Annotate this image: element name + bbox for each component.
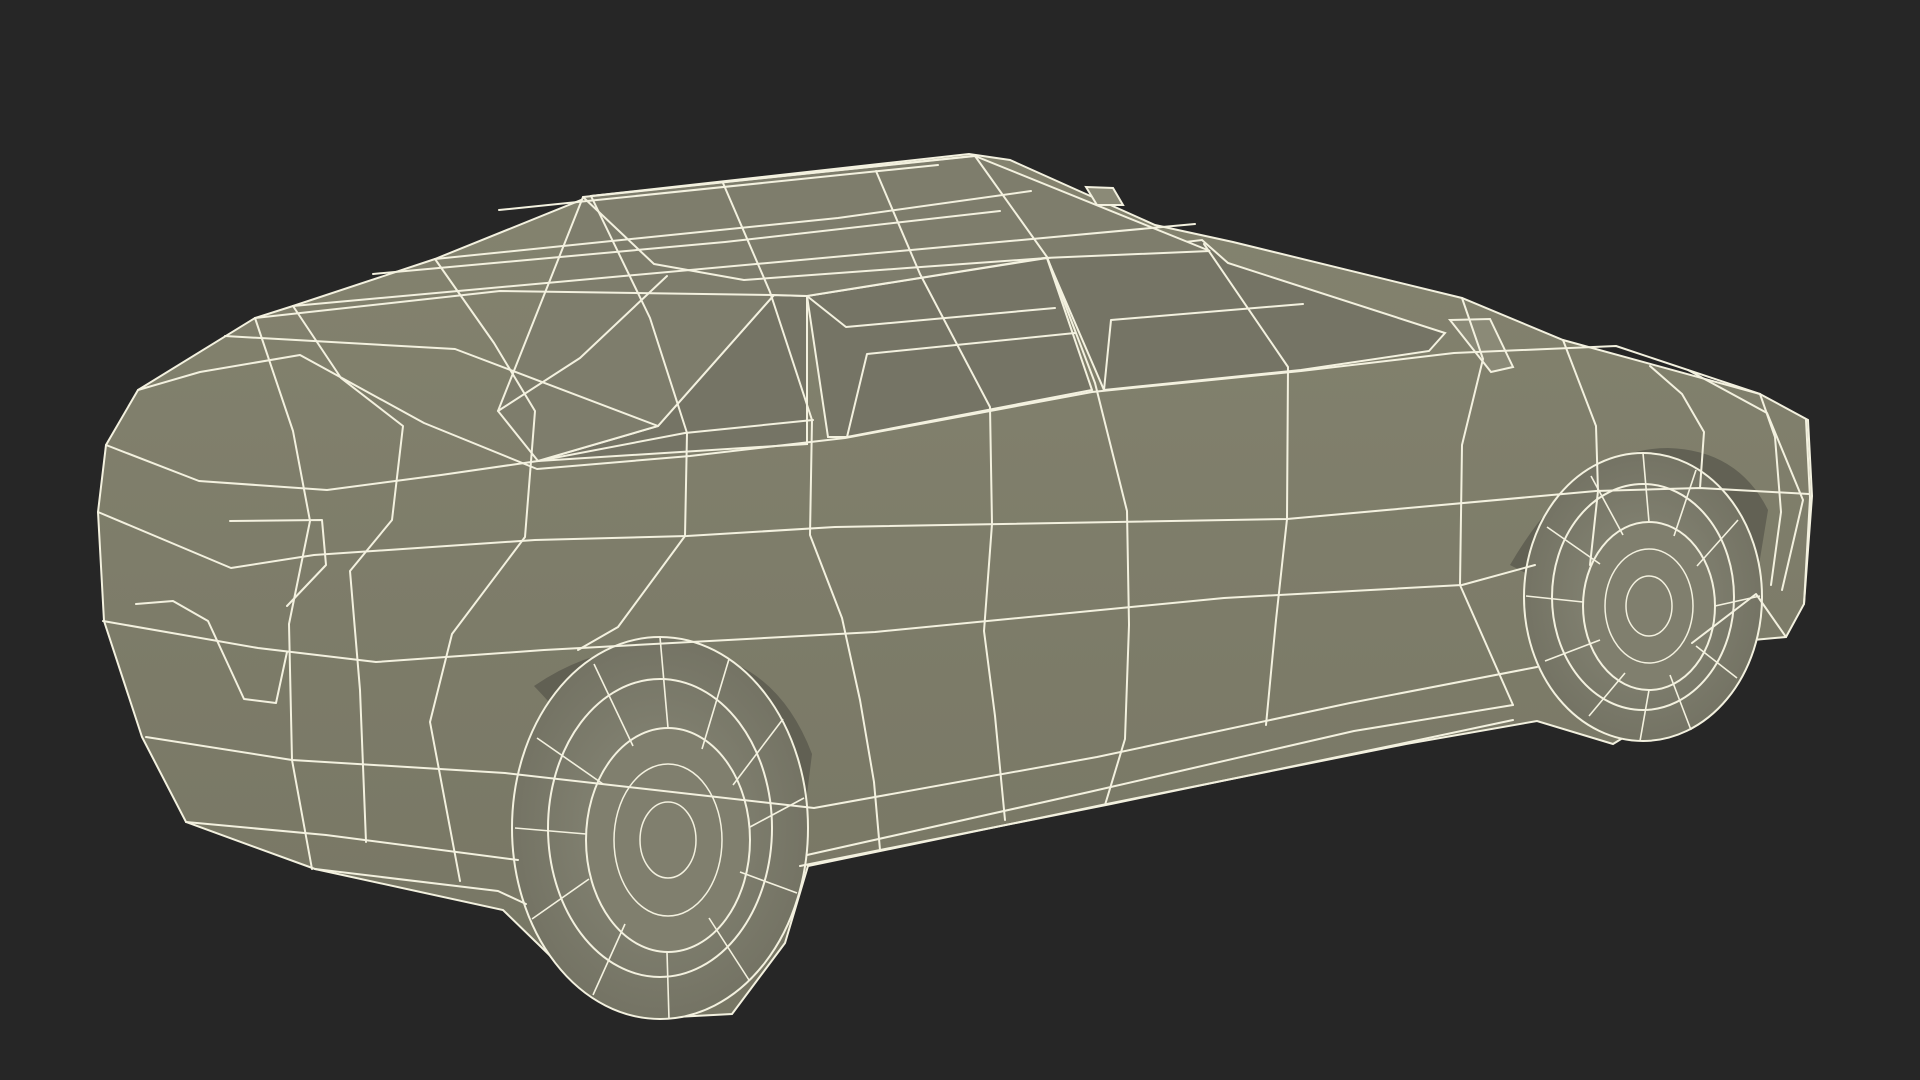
- rear-wheel: [1523, 452, 1763, 742]
- front-wheel: [511, 636, 809, 1020]
- car-wireframe-render: [96, 152, 1814, 1020]
- viewport: [0, 0, 1920, 1080]
